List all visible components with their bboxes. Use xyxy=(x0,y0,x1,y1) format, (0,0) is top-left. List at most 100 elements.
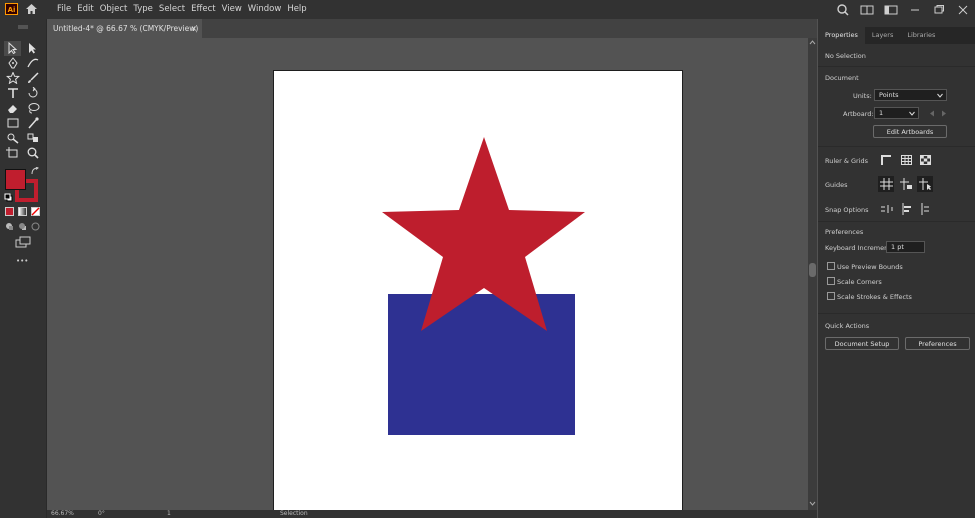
show-guides-icon[interactable] xyxy=(880,178,893,190)
eyedropper-tool-icon[interactable] xyxy=(26,117,40,129)
close-tab-icon[interactable]: × xyxy=(191,19,197,38)
close-icon[interactable] xyxy=(955,4,971,16)
selection-tool-icon[interactable] xyxy=(6,42,20,54)
pen-tool-icon[interactable] xyxy=(6,57,20,69)
artboard-number[interactable]: 1 xyxy=(167,510,171,518)
snap-to-point-icon[interactable] xyxy=(919,203,932,215)
use-preview-bounds-checkbox[interactable] xyxy=(827,262,835,270)
draw-inside-icon[interactable] xyxy=(31,222,40,231)
menu-file[interactable]: File xyxy=(57,0,77,19)
menu-help[interactable]: Help xyxy=(287,0,312,19)
scale-strokes-checkbox[interactable] xyxy=(827,292,835,300)
zoom-tool-icon[interactable] xyxy=(26,147,40,159)
prev-artboard-icon[interactable] xyxy=(929,110,935,117)
star-tool-icon[interactable] xyxy=(6,72,20,84)
grid-icon[interactable] xyxy=(900,154,913,166)
color-mode-icon[interactable] xyxy=(5,207,14,216)
draw-behind-icon[interactable] xyxy=(18,222,27,231)
snap-options-label: Snap Options xyxy=(825,206,869,214)
minimize-icon[interactable] xyxy=(907,4,923,16)
ruler-grids-label: Ruler & Grids xyxy=(825,157,869,165)
arrange-documents-icon[interactable] xyxy=(859,4,875,16)
tab-layers[interactable]: Layers xyxy=(865,27,901,44)
chevron-down-icon xyxy=(937,93,943,98)
scale-corners-label: Scale Corners xyxy=(837,278,882,286)
keyboard-increment-input[interactable]: 1 pt xyxy=(886,241,925,253)
rotation-value[interactable]: 0° xyxy=(98,510,105,518)
edit-artboards-button[interactable]: Edit Artboards xyxy=(873,125,947,138)
scale-strokes-label: Scale Strokes & Effects xyxy=(837,293,912,301)
transparency-grid-icon[interactable] xyxy=(919,154,932,166)
rectangle-tool-icon[interactable] xyxy=(6,117,20,129)
current-tool[interactable]: Selection xyxy=(280,510,308,518)
paintbrush-tool-icon[interactable] xyxy=(26,72,40,84)
tab-libraries[interactable]: Libraries xyxy=(900,27,942,44)
canvas-area[interactable] xyxy=(47,38,808,510)
status-bar: 66.67% 0° 1 Selection xyxy=(47,510,817,518)
menu-type[interactable]: Type xyxy=(133,0,159,19)
menu-window[interactable]: Window xyxy=(248,0,288,19)
menu-effect[interactable]: Effect xyxy=(191,0,221,19)
menu-view[interactable]: View xyxy=(222,0,248,19)
snap-to-pixel-icon[interactable] xyxy=(880,203,893,215)
rotate-tool-icon[interactable] xyxy=(26,87,40,99)
artwork xyxy=(382,137,585,435)
artboard[interactable] xyxy=(273,70,683,510)
divider xyxy=(818,221,975,222)
next-artboard-icon[interactable] xyxy=(941,110,947,117)
gradient-mode-icon[interactable] xyxy=(18,207,27,216)
search-icon[interactable] xyxy=(835,3,851,16)
scroll-thumb[interactable] xyxy=(809,263,816,277)
draw-normal-icon[interactable] xyxy=(5,222,14,231)
workspace-icon[interactable] xyxy=(883,4,899,16)
artboard-value: 1 xyxy=(879,109,884,117)
chevron-down-icon xyxy=(909,111,915,116)
menu-object[interactable]: Object xyxy=(100,0,134,19)
units-select[interactable]: Points xyxy=(874,89,947,101)
divider xyxy=(818,313,975,314)
preferences-button[interactable]: Preferences xyxy=(905,337,970,350)
eraser-tool-icon[interactable] xyxy=(6,102,20,114)
zoom-level[interactable]: 66.67% xyxy=(51,510,74,518)
menu-select[interactable]: Select xyxy=(159,0,191,19)
app-logo: Ai xyxy=(5,3,18,15)
curvature-tool-icon[interactable] xyxy=(26,57,40,69)
window-controls xyxy=(831,0,975,19)
blend-tool-icon[interactable] xyxy=(26,132,40,144)
scroll-up-icon[interactable] xyxy=(809,39,816,45)
artboard-tool-icon[interactable] xyxy=(6,147,20,159)
panel-tabs: Properties Layers Libraries xyxy=(818,27,975,44)
swap-colors-icon[interactable] xyxy=(31,167,40,176)
menu-bar: Ai File Edit Object Type Select Effect V… xyxy=(0,0,975,19)
snap-to-glyph-icon[interactable] xyxy=(900,203,913,215)
rulers-icon[interactable] xyxy=(880,154,893,166)
grip-icon xyxy=(18,25,28,29)
default-colors-icon[interactable] xyxy=(4,193,13,202)
lock-guides-icon[interactable] xyxy=(900,178,913,190)
tab-properties[interactable]: Properties xyxy=(818,27,865,44)
restore-icon[interactable] xyxy=(931,4,947,16)
artboard-select[interactable]: 1 xyxy=(874,107,919,119)
shape-builder-tool-icon[interactable] xyxy=(6,132,20,144)
keyboard-increment-label: Keyboard Increment: xyxy=(825,244,893,252)
blue-rectangle[interactable] xyxy=(388,294,575,435)
scale-corners-checkbox[interactable] xyxy=(827,277,835,285)
smart-guides-icon[interactable] xyxy=(919,178,932,190)
guides-label: Guides xyxy=(825,181,848,189)
document-tab[interactable]: Untitled-4* @ 66.67 % (CMYK/Preview) × xyxy=(47,19,202,38)
type-tool-icon[interactable] xyxy=(6,87,20,99)
more-tools-button[interactable]: ••• xyxy=(16,257,28,265)
direct-selection-tool-icon[interactable] xyxy=(26,42,40,54)
preferences-section-label: Preferences xyxy=(825,228,864,236)
scroll-down-icon[interactable] xyxy=(809,501,816,507)
vertical-scrollbar[interactable] xyxy=(808,38,817,510)
document-setup-button[interactable]: Document Setup xyxy=(825,337,899,350)
menu-edit[interactable]: Edit xyxy=(77,0,99,19)
none-mode-icon[interactable] xyxy=(31,207,40,216)
fill-swatch-front[interactable] xyxy=(5,169,26,190)
artboard-label: Artboard: xyxy=(843,110,874,118)
use-preview-bounds-label: Use Preview Bounds xyxy=(837,263,903,271)
home-icon[interactable] xyxy=(25,3,38,15)
lasso-tool-icon[interactable] xyxy=(26,102,40,114)
screen-mode-icon[interactable] xyxy=(15,236,31,248)
